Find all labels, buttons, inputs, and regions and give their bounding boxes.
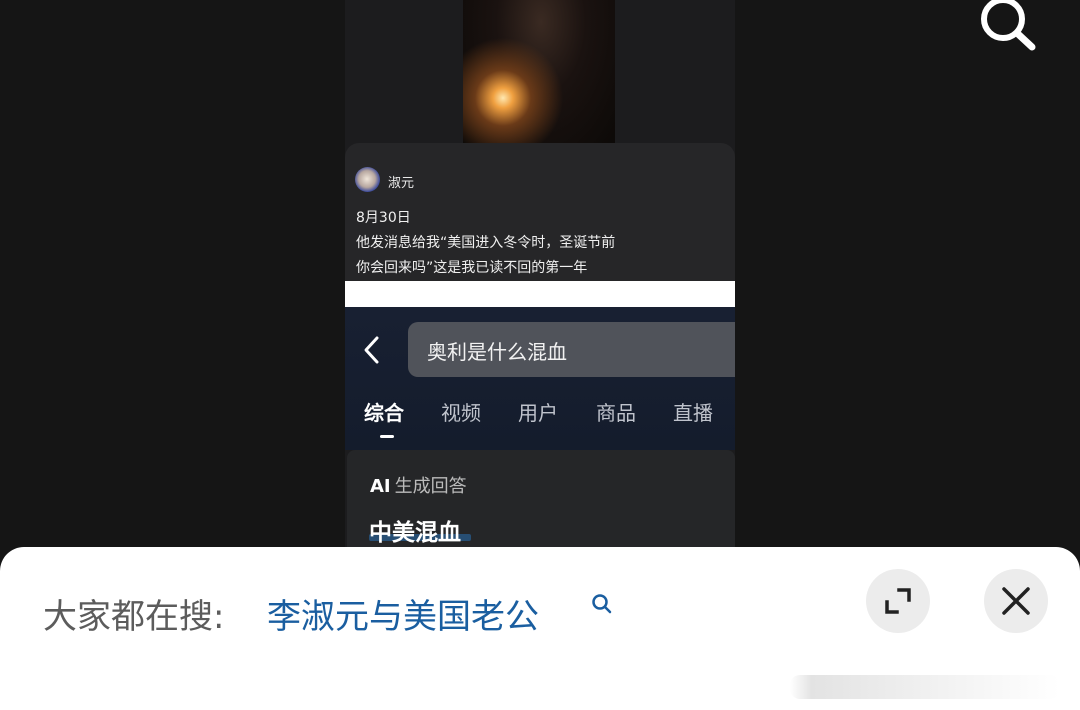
expand-button[interactable] [866,569,930,633]
search-input[interactable]: 奥利是什么混血 [408,322,735,377]
username[interactable]: 淑元 [388,172,414,191]
embedded-screenshot: 淑元 8月30日 他发消息给我“美国进入冬令时，圣诞节前 你会回来吗”这是我已读… [345,0,735,560]
ai-answer-card[interactable]: AI 生成回答 中美混血 [347,450,735,560]
top-search-button[interactable] [972,0,1044,56]
ai-answer-text: 中美混血 [369,520,461,546]
ai-badge: AI [370,476,391,497]
search-header: 奥利是什么混血 综合 视频 用户 商品 直播 [345,307,735,450]
tab-users[interactable]: 用户 [518,397,558,426]
search-icon[interactable] [590,593,614,617]
active-tab-indicator [380,435,394,438]
ai-label-text: 生成回答 [394,476,467,497]
avatar[interactable] [355,167,380,192]
ai-label: AI 生成回答 [370,472,467,498]
candle-photo-image [463,0,615,150]
chevron-left-icon [364,336,379,364]
close-button[interactable] [984,569,1048,633]
note-text-line-2: 你会回来吗”这是我已读不回的第一年 [356,260,588,276]
candle-photo [345,0,735,150]
tab-products[interactable]: 商品 [596,397,636,426]
tab-comprehensive[interactable]: 综合 [364,397,404,426]
search-icon [981,0,1036,51]
watermark [790,675,1060,699]
note-card: 淑元 8月30日 他发消息给我“美国进入冬令时，圣诞节前 你会回来吗”这是我已读… [345,143,735,281]
divider-strip [345,281,735,307]
back-button[interactable] [357,329,387,369]
trending-prefix: 大家都在搜: [43,597,225,637]
bottom-sheet: 大家都在搜: 李淑元与美国老公 [0,547,1080,710]
close-icon [1002,587,1030,615]
tab-video[interactable]: 视频 [441,397,481,426]
trending-query-link[interactable]: 李淑元与美国老公 [267,589,539,638]
note-text-line-1: 他发消息给我“美国进入冬令时，圣诞节前 [356,235,616,251]
search-query: 奥利是什么混血 [427,340,567,364]
note-date: 8月30日 [356,210,411,226]
tab-live[interactable]: 直播 [673,397,713,426]
expand-icon [885,588,911,614]
